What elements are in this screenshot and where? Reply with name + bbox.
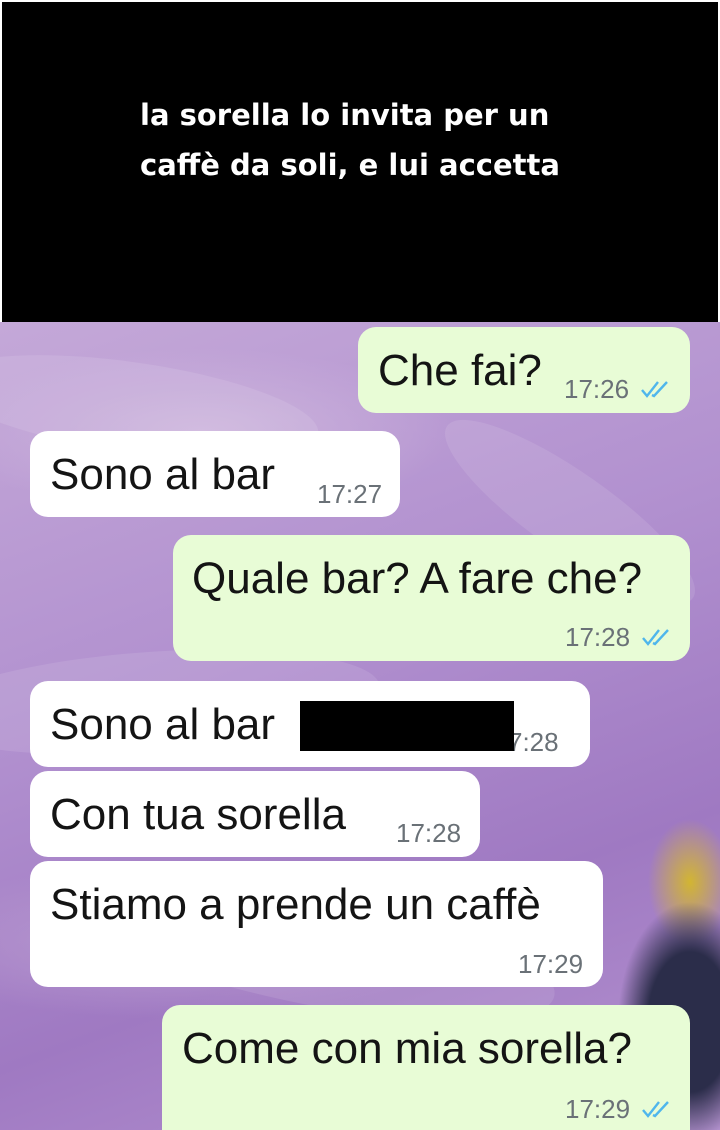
message-text: Che fai? — [378, 346, 542, 395]
message-text: Stiamo a prende un caffè — [50, 880, 541, 929]
message-time: 17:28 — [396, 818, 462, 848]
message-time: 17:29 — [518, 949, 584, 979]
message-text: Quale bar? A fare che? — [192, 554, 643, 603]
message-text: Come con mia sorella? — [182, 1024, 632, 1073]
message-text: Sono al bar — [50, 450, 276, 499]
message-time: 7:28 — [508, 727, 559, 757]
message-time: 17:29 — [565, 1094, 631, 1124]
message-bubble-incoming[interactable]: Sono al bar 17:27 — [30, 431, 400, 517]
double-check-read-icon — [641, 381, 668, 398]
redaction-block — [300, 701, 514, 751]
message-text: Con tua sorella — [50, 790, 346, 839]
message-bubble-outgoing[interactable]: Quale bar? A fare che? 17:28 — [173, 535, 690, 661]
message-bubble-incoming[interactable]: Con tua sorella 17:28 — [30, 771, 480, 857]
caption-banner: la sorella lo invita per un caffè da sol… — [2, 2, 718, 322]
message-text: Sono al bar — [50, 700, 276, 749]
message-time: 17:28 — [565, 622, 631, 652]
double-check-read-icon — [642, 629, 669, 646]
caption-line-1: la sorella lo invita per un — [140, 98, 550, 132]
double-check-read-icon — [642, 1101, 669, 1118]
message-bubble-incoming[interactable]: Stiamo a prende un caffè 17:29 — [30, 861, 603, 987]
caption-line-2: caffè da soli, e lui accetta — [140, 148, 560, 182]
message-bubble-incoming[interactable]: Sono al bar 7:28 — [30, 681, 590, 767]
message-time: 17:26 — [564, 374, 630, 404]
message-time: 17:27 — [317, 479, 383, 509]
message-bubble-outgoing[interactable]: Come con mia sorella? 17:29 — [162, 1005, 690, 1130]
message-bubble-outgoing[interactable]: Che fai? 17:26 — [358, 327, 690, 413]
caption-text: la sorella lo invita per un caffè da sol… — [140, 90, 580, 190]
